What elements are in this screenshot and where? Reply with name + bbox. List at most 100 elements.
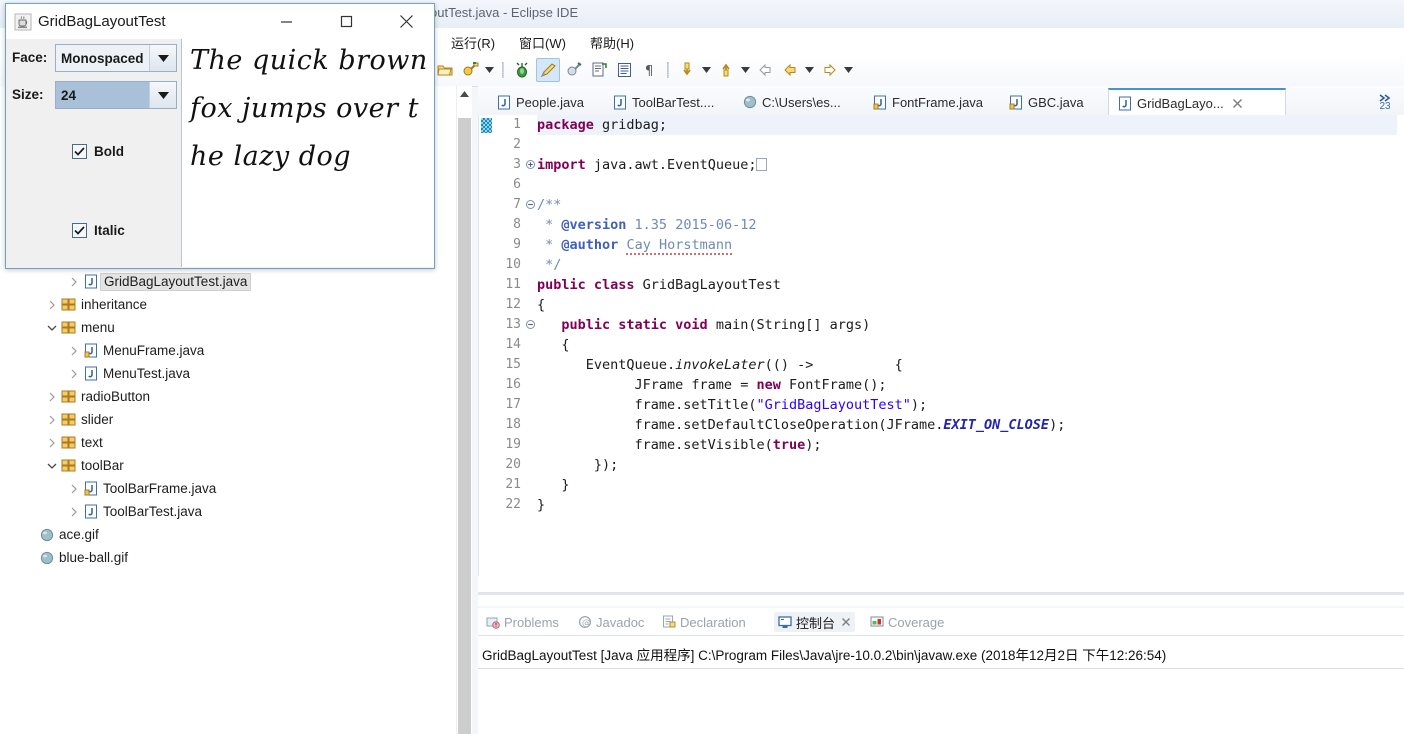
tree-item-radiobutton[interactable]: radioButton [0,385,456,408]
scroll-up-arrow-icon[interactable] [457,86,472,102]
tree-item-blue-ball-gif[interactable]: blue-ball.gif [0,546,456,569]
console-tab-label: Declaration [680,614,746,630]
console-tab-declaration[interactable]: Declaration [658,612,750,632]
scrollbar-thumb[interactable] [458,118,471,734]
chevron-right-icon[interactable] [66,366,82,382]
previous-annotation-icon[interactable] [676,59,698,81]
source-code[interactable]: package gridbag; import java.awt.EventQu… [537,115,1397,576]
tree-item-gridbaglayouttest-java[interactable]: GridBagLayoutTest.java [0,270,456,293]
console-tab-coverage[interactable]: Coverage [866,612,948,632]
chevron-right-icon[interactable] [66,343,82,359]
back-icon[interactable] [779,59,801,81]
tree-item-toolbartest-java[interactable]: ToolBarTest.java [0,500,456,523]
editor-tab-toolbartest-[interactable]: ToolBarTest.... [604,89,748,115]
menu-window[interactable]: 窗口(W) [516,31,569,54]
fold-expand-icon[interactable] [525,159,536,170]
console-view: Problems @ Javadoc Declaration 控制台 Coverage G… [478,608,1404,734]
tree-item-text[interactable]: text [0,431,456,454]
fold-collapse-icon[interactable] [525,199,536,210]
editor-tab-c-users-es-[interactable]: C:\Users\es... [734,89,878,115]
tree-item-toolbar[interactable]: toolBar [0,454,456,477]
italic-checkbox[interactable]: Italic [72,223,125,238]
editor-marker-ruler[interactable] [479,115,493,576]
new-java-project-icon[interactable] [459,59,481,81]
minimize-button[interactable] [263,4,309,39]
chevron-right-icon[interactable] [66,504,82,520]
console-tab-控制台[interactable]: 控制台 [774,612,856,632]
line-number-value: 6 [513,177,521,192]
console-tab-label: 控制台 [796,615,836,631]
line-number-value: 14 [505,337,521,352]
chevron-down-icon[interactable] [44,458,60,474]
editor-tab-label: FontFrame.java [892,94,984,110]
tree-item-slider[interactable]: slider [0,408,456,431]
line-number-value: 18 [505,417,521,432]
editor-tab-people-java[interactable]: People.java [488,89,618,115]
run-icon[interactable] [536,58,560,82]
tree-item-menuframe-java[interactable]: MenuFrame.java [0,339,456,362]
console-tab-problems[interactable]: Problems [482,612,563,632]
line-number: 10 [493,255,525,275]
console-output-area[interactable]: GridBagLayoutTest [Java 应用程序] C:\Program… [478,636,1404,734]
tree-item-inheritance[interactable]: inheritance [0,293,456,316]
chevron-right-icon[interactable] [44,412,60,428]
tree-item-menu[interactable]: menu [0,316,456,339]
line-number-value: 3 [513,157,521,172]
size-combobox[interactable]: 24 [55,81,177,109]
italic-checkbox-box[interactable] [72,223,87,238]
forward-dropdown-arrow-icon[interactable] [843,61,854,79]
previous-dropdown-arrow-icon[interactable] [701,61,712,79]
package-icon [60,320,78,336]
next-annotation-icon[interactable] [715,59,737,81]
console-tab-close-icon[interactable] [841,617,851,627]
tab-overflow-button[interactable]: 23 [1368,90,1402,114]
tree-item-toolbarframe-java[interactable]: ToolBarFrame.java [0,477,456,500]
code-editor[interactable]: 1 2 3 6 7 8 9 10 11 12 13 14 15 16 17 18 19 20 21 22 packag… [478,115,1404,576]
tab-close-icon[interactable] [1232,98,1244,110]
bold-checkbox-box[interactable] [72,144,87,159]
maximize-button[interactable] [323,4,369,39]
tree-item-label: GridBagLayoutTest.java [100,272,252,291]
size-chevron-down-icon[interactable] [149,82,176,108]
menu-help[interactable]: 帮助(H) [587,31,637,54]
line-number: 7 [493,195,535,215]
editor-tab-gridbaglayo-[interactable]: GridBagLayo... [1108,88,1286,117]
open-task-icon[interactable] [613,59,635,81]
face-chevron-down-icon[interactable] [149,45,176,71]
editor-tab-gbc-java[interactable]: GBC.java [1000,89,1122,115]
new-dropdown-arrow-icon[interactable] [484,61,495,79]
line-number: 15 [493,355,525,375]
package-icon [60,412,78,428]
face-combobox[interactable]: Monospaced [55,44,177,72]
explorer-vertical-scrollbar[interactable] [456,86,472,734]
chevron-right-icon[interactable] [44,435,60,451]
next-dropdown-arrow-icon[interactable] [740,61,751,79]
chevron-right-icon[interactable] [44,389,60,405]
tree-item-ace-gif[interactable]: ace.gif [0,523,456,546]
chevron-right-icon[interactable] [44,297,60,313]
package-icon [60,297,78,313]
chevron-down-icon[interactable] [44,320,60,336]
fold-collapse-icon[interactable] [525,319,536,330]
tree-item-menutest-java[interactable]: MenuTest.java [0,362,456,385]
bold-checkbox[interactable]: Bold [72,144,124,159]
code-line-16: JFrame frame = new FontFrame(); [537,377,887,393]
chevron-right-icon[interactable] [66,481,82,497]
paragraph-mark-icon[interactable]: ¶ [638,59,660,81]
back-to-icon[interactable] [754,59,776,81]
gridbag-layout-test-window[interactable]: GridBagLayoutTest Face: Monospaced Size:… [5,3,435,269]
chevron-right-icon[interactable] [66,274,82,290]
size-combobox-value: 24 [56,82,149,108]
console-tab-javadoc[interactable]: @ Javadoc [574,612,648,632]
menu-run[interactable]: 运行(R) [448,31,498,54]
debug-icon[interactable] [511,59,533,81]
back-dropdown-arrow-icon[interactable] [804,61,815,79]
close-button[interactable] [383,4,429,39]
new-java-class-icon[interactable] [588,59,610,81]
editor-tab-fontframe-java[interactable]: FontFrame.java [864,89,1014,115]
forward-icon[interactable] [818,59,840,81]
run-external-tools-icon[interactable] [563,59,585,81]
open-type-icon[interactable] [434,59,456,81]
swing-title-bar[interactable]: GridBagLayoutTest [6,4,434,39]
line-number-ruler: 1 2 3 6 7 8 9 10 11 12 13 14 15 16 17 18 19 20 21 22 [493,115,535,576]
